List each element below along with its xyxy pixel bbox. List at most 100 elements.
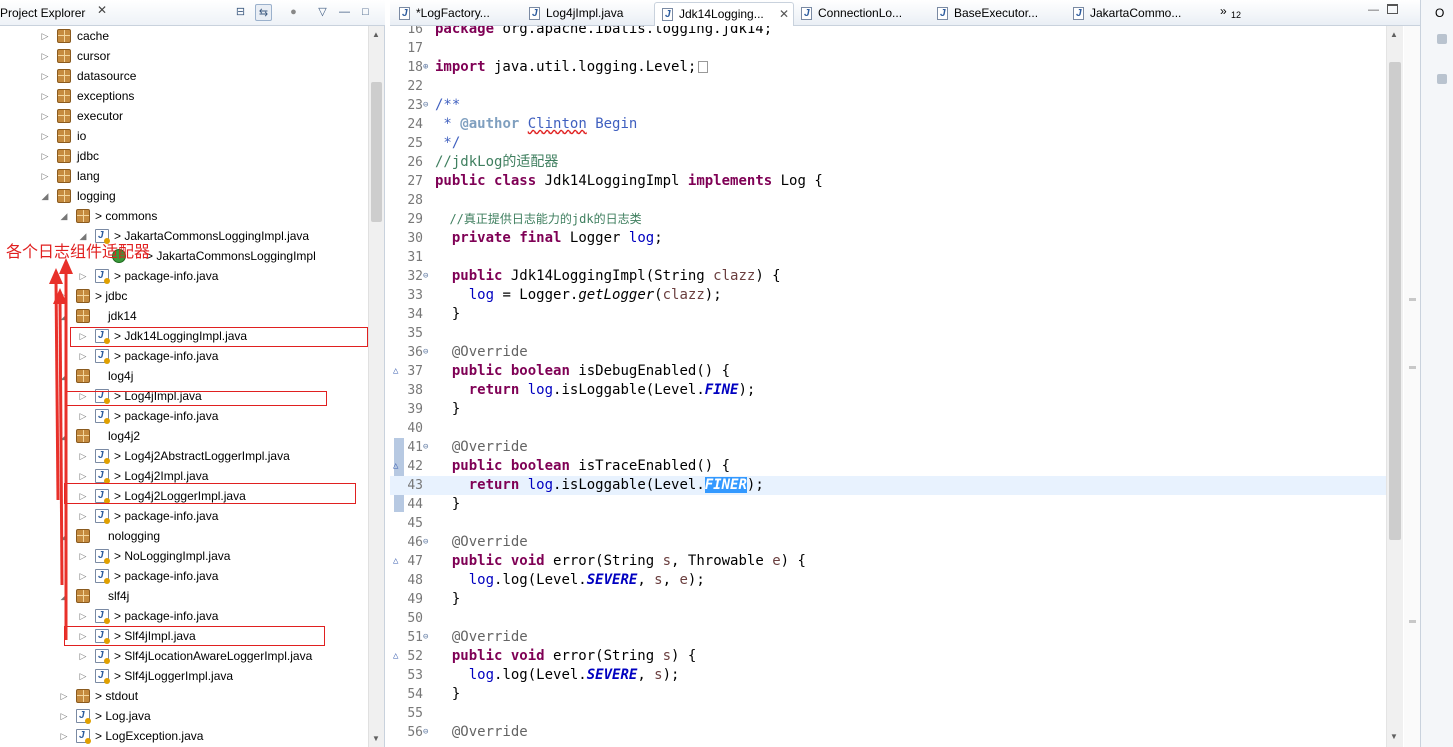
expand-icon[interactable]: ▷	[78, 666, 88, 686]
code-area[interactable]: 16 package org.apache.ibatis.logging.jdk1…	[390, 26, 1420, 747]
expand-icon[interactable]: ▷	[59, 726, 69, 746]
collapse-fold-icon[interactable]: ⊖	[423, 343, 433, 362]
scroll-down-icon[interactable]: ▼	[372, 734, 380, 743]
explorer-title-tab[interactable]: Project Explorer	[0, 6, 85, 20]
code-text: private final Logger log;	[451, 230, 663, 246]
tree-item-label: > package-info.java	[114, 409, 219, 423]
collapse-icon[interactable]: ◢	[59, 366, 69, 386]
focus-icon[interactable]: ●	[285, 4, 302, 21]
code-line: 39 }	[390, 400, 1386, 419]
tree-item-label: > NoLoggingImpl.java	[114, 549, 231, 563]
overview-mark[interactable]	[1409, 366, 1416, 369]
expand-icon[interactable]: ▷	[40, 46, 50, 66]
code-line: 54 }	[390, 685, 1386, 704]
override-marker-icon[interactable]: △	[393, 552, 398, 571]
view-icon[interactable]	[1437, 74, 1447, 84]
expand-icon[interactable]: ▷	[40, 126, 50, 146]
tree-item-label: executor	[77, 109, 124, 123]
scroll-up-icon[interactable]: ▲	[1390, 30, 1398, 39]
expand-icon[interactable]: ▷	[78, 506, 88, 526]
expand-icon[interactable]: ▷	[78, 606, 88, 626]
tab-jakartacommons[interactable]: JakartaCommo...	[1066, 2, 1206, 26]
tree-item-label: lang	[77, 169, 100, 183]
tab-jdk14logging[interactable]: Jdk14Logging... ✕	[654, 2, 794, 26]
minimize-icon[interactable]: —	[336, 4, 353, 21]
collapse-fold-icon[interactable]: ⊖	[423, 723, 433, 742]
tree-scrollbar-thumb[interactable]	[371, 82, 382, 222]
tab-logfactory[interactable]: *LogFactory...	[392, 2, 524, 26]
tab-log4jimpl[interactable]: Log4jImpl.java	[522, 2, 654, 26]
expand-icon[interactable]: ▷	[78, 546, 88, 566]
tab-connectionlogger[interactable]: ConnectionLo...	[794, 2, 930, 26]
close-icon[interactable]: ✕	[97, 3, 107, 17]
collapse-all-icon[interactable]: ⊟	[232, 4, 249, 21]
editor-scrollbar[interactable]: ▲ ▼	[1386, 26, 1403, 747]
selected-text: FINER	[704, 477, 747, 493]
close-icon[interactable]: ✕	[779, 3, 789, 25]
scroll-up-icon[interactable]: ▲	[372, 30, 380, 39]
tree-scrollbar[interactable]: ▲ ▼	[368, 26, 384, 747]
tab-baseexecutor[interactable]: BaseExecutor...	[930, 2, 1066, 26]
package-icon	[76, 289, 90, 303]
collapse-icon[interactable]: ◢	[59, 586, 69, 606]
expand-icon[interactable]: ▷	[78, 566, 88, 586]
expand-icon[interactable]: ▷	[40, 106, 50, 126]
expand-icon[interactable]: ▷	[59, 686, 69, 706]
overview-ruler[interactable]	[1404, 26, 1420, 747]
maximize-icon[interactable]	[1387, 4, 1398, 14]
code-text: public Jdk14LoggingImpl(String clazz) {	[451, 268, 781, 284]
java-file-icon	[76, 706, 91, 726]
overview-mark[interactable]	[1409, 620, 1416, 623]
collapse-fold-icon[interactable]: ⊖	[423, 267, 433, 286]
maximize-icon[interactable]: □	[357, 4, 374, 21]
code-line: △ 47 public void error(String s, Throwabl…	[390, 552, 1386, 571]
outline-tab[interactable]: O	[1435, 6, 1444, 20]
expand-icon[interactable]: ▷	[78, 406, 88, 426]
expand-icon[interactable]: ▷	[40, 146, 50, 166]
code-line: 24 * @author Clinton Begin	[390, 115, 1386, 134]
line-number: 16	[407, 26, 423, 37]
expand-icon[interactable]: ▷	[59, 706, 69, 726]
collapse-fold-icon[interactable]: ⊖	[423, 533, 433, 552]
code-line: 48 log.log(Level.SEVERE, s, e);	[390, 571, 1386, 590]
expand-icon[interactable]: ▷	[78, 346, 88, 366]
expand-icon[interactable]: ▷	[40, 26, 50, 46]
tree-item-label: > package-info.java	[114, 509, 219, 523]
collapse-fold-icon[interactable]: ⊖	[423, 96, 433, 115]
outline-icon[interactable]	[1437, 34, 1447, 44]
tree-item-label: io	[77, 129, 87, 143]
collapse-icon[interactable]: ◢	[40, 186, 50, 206]
folded-region-icon[interactable]	[698, 61, 709, 73]
collapse-fold-icon[interactable]: ⊖	[423, 628, 433, 647]
expand-fold-icon[interactable]: ⊕	[423, 58, 433, 77]
collapse-icon[interactable]: ◢	[59, 206, 69, 226]
override-marker-icon[interactable]: △	[393, 362, 398, 381]
scroll-down-icon[interactable]: ▼	[1390, 732, 1398, 741]
expand-icon[interactable]: ▷	[59, 286, 69, 306]
minimize-icon[interactable]: —	[1368, 4, 1379, 16]
java-file-icon	[399, 3, 410, 25]
tab-overflow-icon[interactable]: »	[1220, 4, 1227, 18]
collapse-icon[interactable]: ◢	[59, 306, 69, 326]
view-menu-icon[interactable]: ▽	[314, 4, 331, 21]
editor-scrollbar-thumb[interactable]	[1389, 62, 1401, 540]
expand-icon[interactable]: ▷	[40, 66, 50, 86]
expand-icon[interactable]: ▷	[40, 166, 50, 186]
tab-label: BaseExecutor...	[954, 6, 1039, 20]
expand-icon[interactable]: ▷	[78, 646, 88, 666]
code-text: @Override	[451, 534, 528, 550]
override-marker-icon[interactable]: △	[393, 457, 398, 476]
collapse-fold-icon[interactable]: ⊖	[423, 438, 433, 457]
link-with-editor-icon[interactable]: ⇆	[255, 4, 272, 21]
line-number: 50	[407, 611, 423, 626]
expand-icon[interactable]: ▷	[40, 86, 50, 106]
package-icon	[57, 109, 71, 123]
expand-icon[interactable]: ▷	[78, 446, 88, 466]
expand-icon[interactable]: ▷	[78, 266, 88, 286]
collapse-icon[interactable]: ◢	[59, 426, 69, 446]
tree-item-label: cursor	[77, 49, 111, 63]
overview-mark[interactable]	[1409, 298, 1416, 301]
override-marker-icon[interactable]: △	[393, 647, 398, 666]
collapse-icon[interactable]: ◢	[59, 526, 69, 546]
tree-item-label: > jdbc	[95, 289, 128, 303]
